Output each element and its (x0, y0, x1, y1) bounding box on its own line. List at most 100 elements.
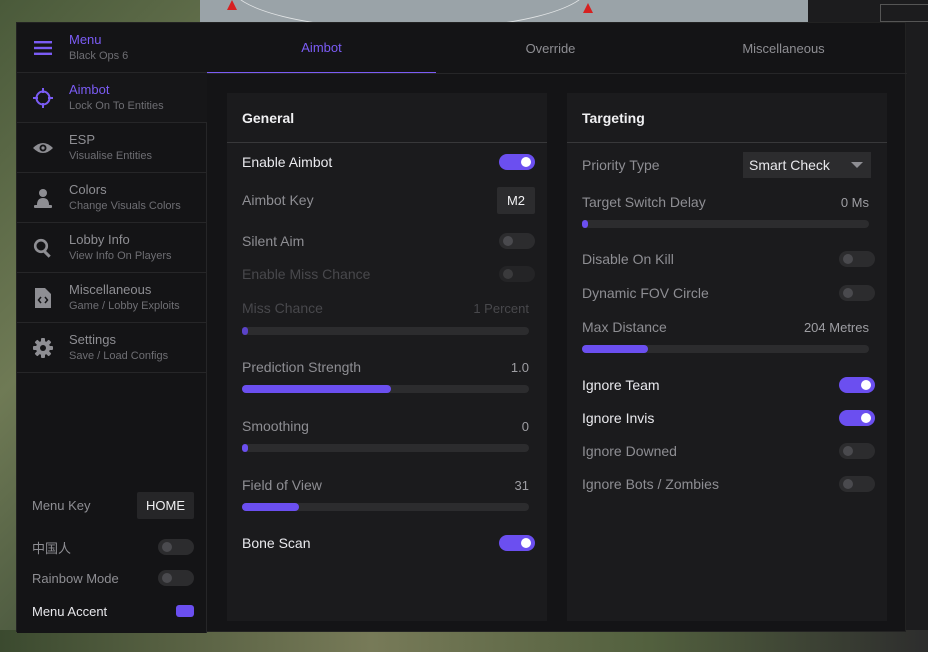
chinese-label: 中国人 (32, 540, 72, 556)
sidebar-item-title: ESP (69, 131, 96, 147)
sidebar-item-lobby-info[interactable]: Lobby Info View Info On Players (17, 223, 207, 273)
chinese-toggle[interactable] (158, 539, 194, 555)
toggle-knob (843, 254, 853, 264)
toggle-knob (503, 236, 513, 246)
sidebar: Menu Black Ops 6 Aimbot Lock On To Entit… (17, 23, 207, 633)
toggle-knob (521, 157, 531, 167)
sidebar-item-subtitle: Black Ops 6 (69, 49, 129, 62)
sidebar-item-title: Menu (69, 31, 102, 47)
field-of-view-row: Field of View 31 (242, 474, 529, 496)
max-distance-label: Max Distance (582, 319, 667, 335)
max-distance-row: Max Distance 204 Metres (582, 316, 869, 338)
sidebar-item-subtitle: Visualise Entities (69, 149, 152, 162)
miss-chance-value: 1 Percent (473, 300, 529, 316)
sidebar-item-colors[interactable]: Colors Change Visuals Colors (17, 173, 207, 223)
priority-type-label: Priority Type (582, 157, 660, 173)
enable-miss-chance-row: Enable Miss Chance (242, 263, 535, 285)
target-switch-delay-label: Target Switch Delay (582, 194, 706, 210)
target-switch-delay-slider[interactable] (582, 220, 869, 228)
slider-fill (242, 385, 392, 393)
toggle-knob (503, 269, 513, 279)
sidebar-item-aimbot[interactable]: Aimbot Lock On To Entities (17, 73, 207, 123)
priority-type-dropdown[interactable]: Smart Check (743, 152, 871, 178)
gear-icon (17, 337, 69, 358)
search-icon (17, 238, 69, 258)
bone-scan-row: Bone Scan (242, 532, 535, 554)
toggle-knob (861, 380, 871, 390)
disable-on-kill-toggle[interactable] (839, 251, 875, 267)
smoothing-row: Smoothing 0 (242, 415, 529, 437)
silent-aim-label: Silent Aim (242, 233, 305, 249)
sidebar-item-menu[interactable]: Menu Black Ops 6 (17, 23, 207, 73)
prediction-strength-label: Prediction Strength (242, 359, 362, 375)
chevron-down-icon (851, 162, 863, 168)
disable-on-kill-row: Disable On Kill (582, 248, 875, 270)
menu-key-label: Menu Key (32, 497, 91, 513)
silent-aim-toggle[interactable] (499, 233, 535, 249)
hamburger-icon (17, 40, 69, 55)
smoothing-label: Smoothing (242, 418, 309, 434)
general-panel-title: General (227, 93, 547, 143)
ignore-downed-row: Ignore Downed (582, 440, 875, 462)
disable-on-kill-label: Disable On Kill (582, 251, 674, 267)
sidebar-item-esp[interactable]: ESP Visualise Entities (17, 123, 207, 173)
enable-aimbot-toggle[interactable] (499, 154, 535, 170)
tab-aimbot[interactable]: Aimbot (207, 23, 436, 73)
enable-miss-chance-toggle[interactable] (499, 266, 535, 282)
sidebar-item-subtitle: Game / Lobby Exploits (69, 299, 180, 312)
ignore-bots-label: Ignore Bots / Zombies (582, 476, 719, 492)
dynamic-fov-circle-label: Dynamic FOV Circle (582, 285, 709, 301)
general-panel: General Enable Aimbot Aimbot Key M2 Sile… (227, 93, 547, 621)
toggle-knob (162, 573, 172, 583)
bone-scan-toggle[interactable] (499, 535, 535, 551)
slider-fill (582, 220, 588, 228)
menu-accent-label: Menu Accent (32, 603, 108, 619)
prediction-strength-slider[interactable] (242, 385, 529, 393)
toggle-knob (843, 446, 853, 456)
menu-key-button[interactable]: HOME (137, 491, 194, 519)
slider-fill (242, 503, 300, 511)
rainbow-mode-toggle[interactable] (158, 570, 194, 586)
prediction-strength-row: Prediction Strength 1.0 (242, 356, 529, 378)
max-distance-value: 204 Metres (803, 319, 869, 335)
field-of-view-slider[interactable] (242, 503, 529, 511)
sidebar-item-title: Aimbot (69, 81, 110, 97)
menu-accent-color-swatch[interactable] (176, 605, 194, 617)
ignore-bots-toggle[interactable] (839, 476, 875, 492)
tab-divider (207, 73, 907, 74)
sidebar-item-settings[interactable]: Settings Save / Load Configs (17, 323, 207, 373)
enemy-marker-icon (583, 3, 593, 13)
slider-fill (242, 327, 248, 335)
ignore-downed-toggle[interactable] (839, 443, 875, 459)
dynamic-fov-circle-toggle[interactable] (839, 285, 875, 301)
max-distance-slider[interactable] (582, 345, 869, 353)
crosshair-icon (17, 87, 69, 108)
game-background-bottom (0, 630, 928, 652)
priority-type-row: Priority Type Smart Check (582, 151, 871, 179)
toggle-knob (843, 288, 853, 298)
aimbot-key-row: Aimbot Key M2 (242, 185, 535, 215)
rainbow-mode-label: Rainbow Mode (32, 570, 119, 586)
toggle-knob (521, 538, 531, 548)
sidebar-item-subtitle: Lock On To Entities (69, 99, 164, 112)
enable-aimbot-row: Enable Aimbot (242, 151, 535, 173)
smoothing-slider[interactable] (242, 444, 529, 452)
ignore-team-row: Ignore Team (582, 374, 875, 396)
miss-chance-slider[interactable] (242, 327, 529, 335)
ignore-downed-label: Ignore Downed (582, 443, 677, 459)
cheat-menu-window: Menu Black Ops 6 Aimbot Lock On To Entit… (16, 22, 907, 633)
target-switch-delay-row: Target Switch Delay 0 Ms (582, 191, 869, 213)
sidebar-item-title: Lobby Info (69, 231, 130, 247)
ignore-invis-toggle[interactable] (839, 410, 875, 426)
sidebar-item-subtitle: Change Visuals Colors (69, 199, 181, 212)
tab-miscellaneous[interactable]: Miscellaneous (669, 23, 898, 73)
aimbot-key-button[interactable]: M2 (496, 186, 535, 214)
menu-key-row: Menu Key HOME (32, 491, 194, 519)
ignore-team-toggle[interactable] (839, 377, 875, 393)
menu-accent-row: Menu Accent (32, 597, 194, 625)
tab-override[interactable]: Override (436, 23, 665, 73)
bone-scan-label: Bone Scan (242, 535, 311, 551)
ignore-invis-label: Ignore Invis (582, 410, 655, 426)
target-switch-delay-value: 0 Ms (840, 194, 869, 210)
sidebar-item-miscellaneous[interactable]: Miscellaneous Game / Lobby Exploits (17, 273, 207, 323)
